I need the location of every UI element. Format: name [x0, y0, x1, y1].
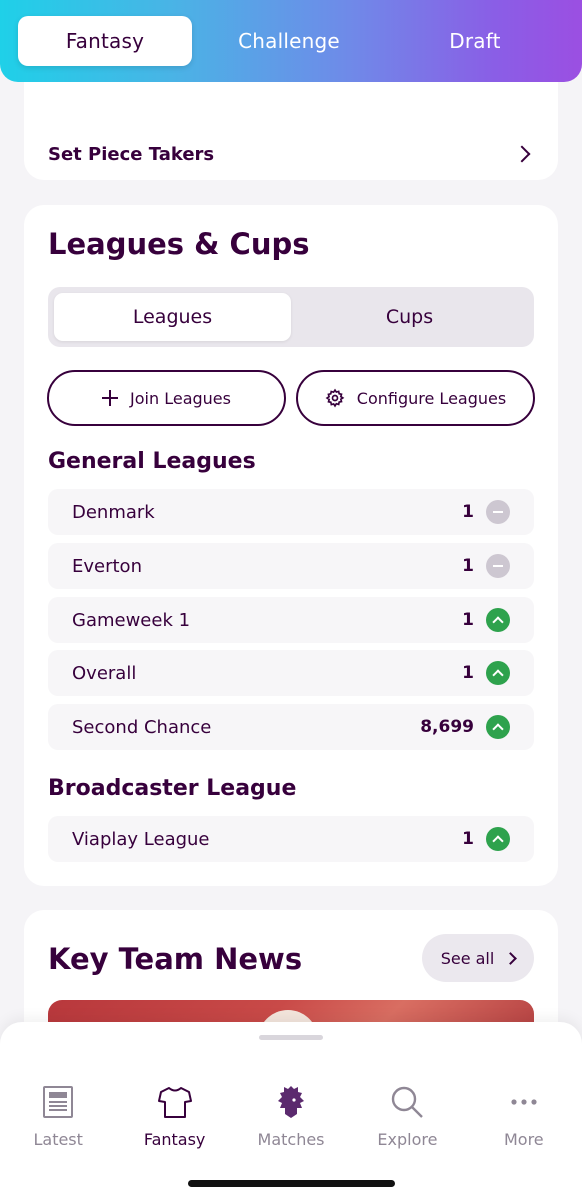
chevron-right-icon — [504, 951, 518, 965]
league-name: Denmark — [72, 501, 155, 523]
bottom-tabs: Latest Fantasy Matches Explore More — [0, 1084, 582, 1149]
shirt-icon — [157, 1084, 193, 1120]
tab-more[interactable]: More — [466, 1084, 582, 1149]
see-all-button[interactable]: See all — [422, 934, 534, 982]
league-name: Second Chance — [72, 716, 212, 738]
plus-icon — [102, 390, 119, 406]
league-rank: 1 — [462, 556, 474, 576]
leagues-cups-card: Leagues & Cups Leagues Cups Join Leagues… — [24, 205, 558, 886]
league-row[interactable]: Gameweek 1 1 — [48, 597, 534, 643]
tab-matches[interactable]: Matches — [233, 1084, 349, 1149]
league-name: Overall — [72, 662, 137, 684]
segment-cups[interactable]: Cups — [291, 293, 528, 341]
league-rank: 1 — [462, 610, 474, 630]
tab-explore-label: Explore — [377, 1130, 438, 1149]
league-rank: 8,699 — [420, 717, 474, 737]
tab-draft[interactable]: Draft — [382, 10, 568, 72]
drag-handle[interactable] — [259, 1035, 323, 1040]
rank-up-icon — [486, 715, 510, 739]
tab-explore[interactable]: Explore — [349, 1084, 465, 1149]
gear-icon — [325, 388, 345, 408]
general-leagues-title: General Leagues — [48, 449, 256, 474]
tab-matches-label: Matches — [257, 1130, 325, 1149]
no-change-icon — [486, 500, 510, 524]
search-icon — [389, 1084, 425, 1120]
see-all-label: See all — [440, 948, 495, 968]
tab-fantasy-label: Fantasy — [143, 1130, 206, 1149]
league-name: Gameweek 1 — [72, 609, 191, 631]
league-row[interactable]: Viaplay League 1 — [48, 816, 534, 862]
top-nav: Fantasy Challenge Draft — [0, 0, 582, 82]
join-leagues-label: Join Leagues — [130, 388, 231, 408]
league-rank: 1 — [462, 829, 474, 849]
league-row[interactable]: Denmark 1 — [48, 489, 534, 535]
set-piece-takers-label: Set Piece Takers — [48, 143, 215, 165]
tab-latest[interactable]: Latest — [0, 1084, 116, 1149]
latest-icon — [40, 1084, 76, 1120]
tab-latest-label: Latest — [33, 1130, 83, 1149]
tab-fantasy-bottom[interactable]: Fantasy — [116, 1084, 232, 1149]
top-nav-tabs: Fantasy Challenge Draft — [14, 10, 568, 72]
set-piece-takers-row[interactable]: Set Piece Takers — [48, 132, 534, 176]
more-icon — [506, 1084, 542, 1120]
league-row[interactable]: Everton 1 — [48, 543, 534, 589]
segment-leagues[interactable]: Leagues — [54, 293, 291, 341]
bottom-tab-bar: Latest Fantasy Matches Explore More — [0, 1022, 582, 1200]
tab-more-label: More — [503, 1130, 544, 1149]
rank-up-icon — [486, 608, 510, 632]
configure-leagues-label: Configure Leagues — [356, 388, 507, 408]
tab-challenge[interactable]: Challenge — [196, 10, 382, 72]
configure-leagues-button[interactable]: Configure Leagues — [296, 370, 535, 426]
key-team-news-title: Key Team News — [48, 942, 303, 976]
rank-up-icon — [486, 827, 510, 851]
home-indicator — [188, 1180, 395, 1187]
leagues-cups-title: Leagues & Cups — [48, 227, 310, 261]
broadcaster-league-title: Broadcaster League — [48, 776, 297, 801]
leagues-cups-segmented-control: Leagues Cups — [48, 287, 534, 347]
chevron-right-icon — [513, 145, 531, 163]
league-row[interactable]: Second Chance 8,699 — [48, 704, 534, 750]
join-leagues-button[interactable]: Join Leagues — [47, 370, 286, 426]
league-name: Everton — [72, 555, 142, 577]
lion-icon — [273, 1084, 309, 1120]
tab-fantasy[interactable]: Fantasy — [18, 16, 192, 66]
league-name: Viaplay League — [72, 828, 210, 850]
league-rank: 1 — [462, 663, 474, 683]
no-change-icon — [486, 554, 510, 578]
league-row[interactable]: Overall 1 — [48, 650, 534, 696]
rank-up-icon — [486, 661, 510, 685]
league-rank: 1 — [462, 502, 474, 522]
